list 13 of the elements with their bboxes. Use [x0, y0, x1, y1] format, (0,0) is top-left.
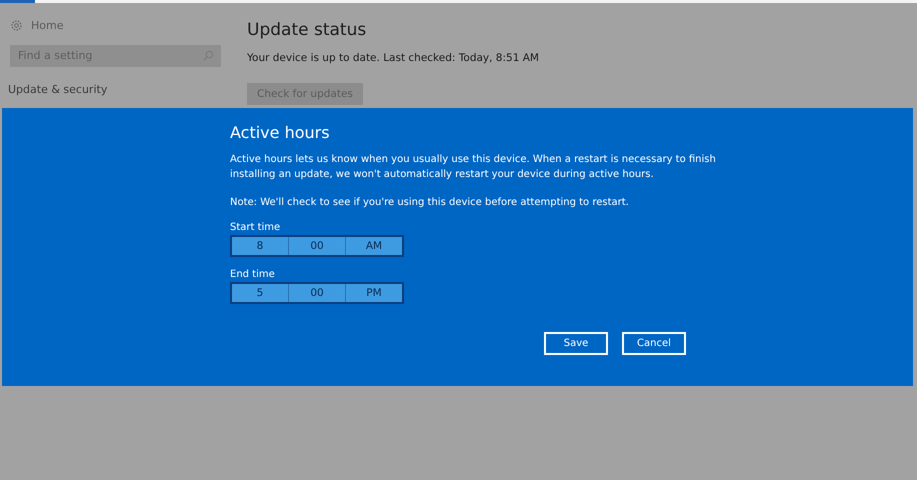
settings-icon: [10, 19, 23, 32]
page-title: Update status: [247, 20, 368, 40]
cancel-button[interactable]: Cancel: [622, 332, 686, 355]
note-text: Note: We'll check to see if you're using this device before attempting to restart.: [230, 196, 630, 210]
status-text: Your device is up to date. Last checked: Today, 8:51 AM: [247, 52, 539, 64]
time-label: Start time: [230, 222, 282, 233]
time-label: End time: [230, 269, 276, 280]
search-icon: [203, 50, 214, 61]
dialog-title: Active hours: [230, 123, 331, 142]
save-button[interactable]: Save: [544, 332, 608, 355]
description-text: Active hours lets us know when you usually use this device. When a restart is necessary to finish installing an update, we won't automatically restart your device during active hours.: [230, 153, 717, 182]
home-link[interactable]: Home: [10, 19, 222, 32]
section-heading: Update & security: [8, 83, 108, 96]
